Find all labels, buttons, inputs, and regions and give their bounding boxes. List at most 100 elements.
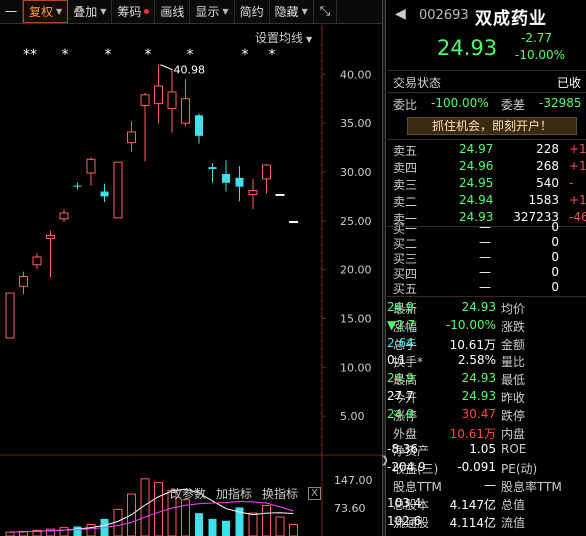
- candle-body: [140, 94, 150, 107]
- buy-price: —: [479, 265, 491, 279]
- buy-row: 买五 — 0: [387, 279, 586, 297]
- weibi-label: 委比: [393, 98, 418, 112]
- stat-label: 跌停: [501, 408, 526, 423]
- back-arrow-icon[interactable]: ◀: [395, 6, 406, 22]
- volume-bar: [208, 518, 217, 536]
- stat-value: -8.36: [387, 442, 419, 457]
- sell-price: 24.95: [459, 176, 494, 190]
- yincang-button[interactable]: 隐藏 ▼: [270, 0, 314, 23]
- stat-value: 0.1: [387, 353, 407, 368]
- diejia-button[interactable]: 叠加 ▼: [68, 0, 113, 23]
- huaxian-button[interactable]: 画线: [155, 0, 191, 23]
- stat-row: 净资产 1.05 ROE -8.36: [387, 441, 586, 459]
- kline-chart[interactable]: 40.00 35.00 30.00 25.00 20.00 15.00 10.00 5.00 *…: [0, 25, 382, 536]
- max-price-pointer: [160, 64, 173, 71]
- stat-label: 总值: [501, 497, 526, 512]
- stat-value: 30.47: [461, 406, 496, 421]
- candle-body: [5, 292, 15, 339]
- status-value: 已收: [557, 76, 582, 90]
- stat-row: 最高 24.93 最低 24.9: [387, 370, 586, 388]
- chevron-down-icon: ▼: [100, 7, 107, 16]
- stat-row: 涨幅 -10.00% 涨跌 ▼2.7: [387, 317, 586, 335]
- volume-tick-label: 73.60: [334, 502, 366, 515]
- candle-body: [235, 177, 244, 187]
- sell-row: 卖四 24.96 268 +1: [387, 158, 586, 176]
- volume-bar: [248, 512, 258, 536]
- y-tick-label: 15.00: [340, 312, 372, 325]
- candle-body: [289, 220, 298, 223]
- open-account-banner[interactable]: 抓住机会，即刻开户！: [407, 117, 577, 135]
- chart-toolbar: 一 复权 ▼ 叠加 ▼ 筹码 画线 显示 ▼ 简约 隐藏 ▼ ⤡: [0, 0, 384, 24]
- stat-label: 最低: [501, 373, 526, 388]
- buy-level-label: 买五: [393, 282, 418, 296]
- stat-label: 流值: [501, 515, 526, 530]
- buy-price: —: [479, 220, 491, 234]
- stat-value: 2.64: [387, 335, 414, 350]
- stat-value: 10.61万: [449, 426, 496, 441]
- y-tick-label: 20.00: [340, 264, 372, 277]
- chevron-down-icon: ▼: [301, 7, 308, 16]
- weicha-label: 委差: [501, 98, 526, 112]
- chouma-button[interactable]: 筹码: [112, 0, 156, 23]
- add-indicator-button[interactable]: 加指标: [216, 485, 252, 502]
- candle-body: [208, 167, 217, 170]
- candle-body: [59, 212, 69, 220]
- volume-bar: [275, 516, 285, 536]
- buy-volume: 0: [551, 280, 559, 294]
- ma-setting-button[interactable]: 设置均线 ▼: [255, 29, 312, 46]
- yincang-label: 隐藏: [274, 5, 299, 19]
- sell-diff: +1: [569, 159, 586, 173]
- stat-row: 换手* 2.58% 量比 0.1: [387, 352, 586, 370]
- max-price-label: 40.98: [174, 64, 206, 77]
- candle-body: [275, 193, 285, 196]
- stat-value: -204.9: [387, 460, 426, 475]
- stat-value: 24.93: [461, 371, 496, 386]
- chouma-label: 筹码: [117, 5, 142, 19]
- stat-value: 103.4: [387, 495, 422, 510]
- candle-body: [248, 190, 258, 195]
- diejia-label: 叠加: [73, 5, 98, 19]
- xianshi-button[interactable]: 显示 ▼: [190, 0, 235, 23]
- sell-level-label: 卖五: [393, 144, 418, 158]
- sell-diff: +1: [569, 142, 586, 156]
- price-change-pct: -10.00%: [515, 48, 566, 62]
- kline-svg: 40.00 35.00 30.00 25.00 20.00 15.00 10.00 5.00 *…: [0, 25, 382, 536]
- fuquan-button[interactable]: 复权 ▼: [23, 0, 69, 23]
- star-marker: *: [269, 47, 276, 63]
- stat-label: ROE: [501, 442, 527, 457]
- candle-body: [127, 131, 136, 144]
- volume-bar: [73, 526, 82, 536]
- stat-value: 24.9: [387, 300, 414, 314]
- y-tick-label: 35.00: [340, 117, 372, 130]
- stat-label: PE(动): [501, 462, 538, 477]
- y-tick-label: 40.00: [340, 68, 372, 81]
- buy-price: —: [479, 280, 491, 294]
- swap-indicator-button[interactable]: 换指标: [262, 485, 298, 502]
- candle-body: [73, 185, 82, 187]
- stat-row: 股息TTM — 股息率TTM: [387, 477, 586, 495]
- sell-level-label: 卖二: [393, 195, 418, 209]
- stat-label: 昨收: [501, 391, 526, 405]
- star-marker: *: [62, 47, 69, 63]
- candle-body: [100, 191, 109, 197]
- collapse-icon[interactable]: ⤡: [314, 0, 338, 23]
- stat-value: 1.05: [469, 442, 496, 457]
- stat-row: 今开 24.93 昨收 27.7: [387, 388, 586, 406]
- stat-value: 27.7: [387, 389, 414, 403]
- stat-label: 涨跌: [501, 319, 526, 334]
- candle-body: [19, 275, 28, 287]
- stat-value: ▼2.7: [387, 317, 416, 332]
- chevron-down-icon: ▼: [222, 7, 229, 16]
- panel-splitter[interactable]: ❯: [381, 0, 389, 536]
- close-icon[interactable]: X: [308, 487, 322, 500]
- candle-body: [181, 98, 190, 124]
- change-params-button[interactable]: 改参数: [170, 485, 206, 502]
- jianyue-button[interactable]: 简约: [235, 0, 270, 23]
- toolbar-dash-button[interactable]: 一: [0, 0, 24, 23]
- star-marker: *: [105, 47, 112, 63]
- star-marker: *: [242, 47, 249, 63]
- stat-row: 涨停 30.47 跌停 24.9: [387, 406, 586, 424]
- sell-volume: 228: [536, 142, 559, 156]
- sell-volume: 268: [536, 159, 559, 173]
- candle-body: [154, 85, 163, 105]
